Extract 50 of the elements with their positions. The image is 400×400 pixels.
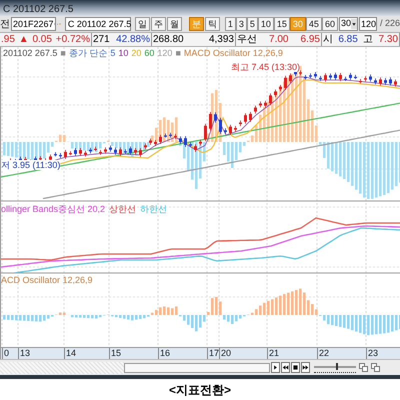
count-total: / 226 xyxy=(380,17,400,30)
quote-value: 시 xyxy=(323,33,333,46)
interval-combo[interactable]: 30 xyxy=(338,17,358,31)
caption: <지표전환> xyxy=(168,382,231,398)
legend-label: 상한선 xyxy=(109,204,136,215)
price-annotation: 저 3.95 (11:30) xyxy=(1,160,60,170)
legend-label: 120 xyxy=(157,48,172,59)
legend-label: ACD Oscillator 12,26,9 xyxy=(1,275,93,286)
toolbar-label: 전 xyxy=(0,18,10,32)
legend-label: MACD Oscillator 12,26,9 xyxy=(184,48,283,59)
legend-label: 5 xyxy=(110,48,116,59)
legend-label: ■ xyxy=(60,48,66,59)
quote-value: 6.85 xyxy=(338,33,358,46)
quote-value: 7.00 xyxy=(269,33,288,46)
toolbar-button[interactable]: 10 xyxy=(258,17,274,31)
toolbar-button[interactable]: 주 xyxy=(150,17,166,31)
toolbar-button[interactable]: 60 xyxy=(322,17,338,31)
quote-value: 7.30 xyxy=(378,33,398,46)
price-annotation: 최고 7.45 (13:30) xyxy=(231,62,300,72)
legend-label: 201102 267.5 xyxy=(3,48,58,59)
quote-value: 0.05 xyxy=(32,33,52,46)
quote-value: 4,393 xyxy=(208,33,234,46)
window-title: C 201102 267.5 xyxy=(3,4,74,16)
quote-value: 우선 xyxy=(237,33,257,46)
legend-label: 60 xyxy=(144,48,154,59)
quote-value: 268.80 xyxy=(153,33,184,46)
legend-label: 종가 단순 xyxy=(68,48,108,59)
legend-label: 20 xyxy=(131,48,142,59)
quote-value: 271 xyxy=(93,33,110,46)
legend-label: ■ xyxy=(175,48,181,59)
toolbar-button[interactable]: 45 xyxy=(306,17,322,31)
symbol-field[interactable]: C 201102 267.5 xyxy=(64,17,131,31)
toolbar-button[interactable]: 5 xyxy=(246,17,258,31)
toolbar-button[interactable]: 15 xyxy=(274,17,290,31)
quote-value: 42.88% xyxy=(116,33,150,46)
code-combo[interactable]: 201F2267 xyxy=(11,17,56,31)
quote-value: ▲ xyxy=(18,33,29,46)
toolbar-button[interactable]: 일 xyxy=(134,17,150,31)
legend-label: 10 xyxy=(118,48,128,59)
toolbar-button[interactable]: 월 xyxy=(166,17,182,31)
count-field[interactable]: 120 xyxy=(358,17,377,31)
quote-value: 고 xyxy=(363,33,374,46)
legend-label: 하한선 xyxy=(140,204,168,215)
toolbar-button[interactable]: 1 xyxy=(224,17,236,31)
legend-label: ollinger Bands중심선 20,2 xyxy=(1,204,106,215)
quote-value: .95 xyxy=(1,33,15,46)
quote-value: +0.72% xyxy=(56,33,90,46)
toolbar-button[interactable]: 틱 xyxy=(204,17,220,31)
quote-value: 6.95 xyxy=(300,33,320,46)
toolbar-button[interactable]: 3 xyxy=(236,17,247,31)
